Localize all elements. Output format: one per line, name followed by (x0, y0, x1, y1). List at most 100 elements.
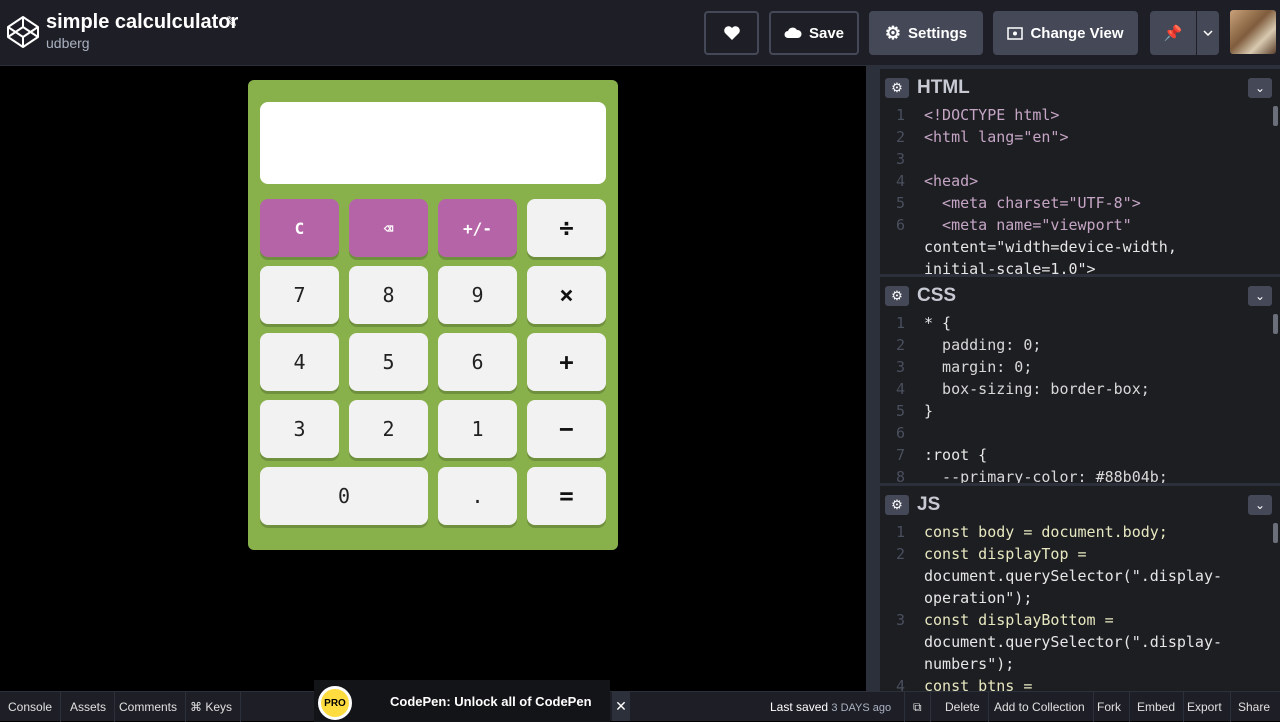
line-number: 3 (896, 358, 906, 376)
code-line: box-sizing: border-box; (924, 380, 1150, 398)
calc-key[interactable]: 4 (260, 333, 339, 391)
calc-key[interactable]: 9 (438, 266, 517, 324)
console-button[interactable]: Console (0, 692, 62, 722)
calc-key[interactable]: 5 (349, 333, 428, 391)
calc-key[interactable]: = (527, 467, 606, 525)
calc-key[interactable]: ⌫ (349, 199, 428, 257)
chevron-down-icon[interactable]: ⌄ (1248, 286, 1272, 306)
calculator: C ⌫ +/- ÷ 7 8 9 × 4 5 6 +3 2 1− 0. = (248, 80, 618, 550)
line-number: 3 (896, 611, 906, 629)
code-line: const displayTop = (924, 545, 1087, 563)
codepen-logo-icon[interactable] (6, 15, 40, 49)
settings-button[interactable]: ⚙ Settings (869, 11, 983, 55)
fork-button[interactable]: Fork (1089, 692, 1130, 722)
settings-label: Settings (907, 24, 968, 42)
user-avatar[interactable] (1230, 10, 1276, 54)
pencil-icon[interactable]: ✎ (225, 13, 238, 31)
code-line: const body = document.body; (924, 523, 1168, 541)
calc-key[interactable]: 1 (438, 400, 517, 458)
calc-key[interactable]: ÷ (527, 199, 606, 257)
line-number: 4 (896, 380, 906, 398)
close-icon[interactable]: ✕ (612, 691, 630, 721)
css-editor-title: CSS (917, 285, 957, 306)
top-bar: simple calculculator ✎ udberg Save ⚙ Set… (0, 0, 1280, 66)
line-number: 6 (896, 424, 906, 442)
line-number: 8 (896, 468, 906, 483)
resize-divider[interactable] (866, 66, 880, 691)
line-number: 2 (896, 128, 906, 146)
keys-button[interactable]: ⌘ Keys (182, 692, 242, 722)
heart-icon (723, 26, 740, 40)
pin-icon: 📌 (1163, 25, 1183, 42)
code-line: :root { (924, 446, 988, 464)
pen-title[interactable]: simple calculculator (46, 11, 238, 34)
calc-key[interactable]: 7 (260, 266, 339, 324)
add-to-collection-button[interactable]: Add to Collection (986, 692, 1094, 722)
chevron-down-icon[interactable]: ⌄ (1248, 495, 1272, 515)
code-line: document.querySelector(".display- (924, 633, 1223, 651)
code-line: } (924, 402, 934, 420)
calc-key[interactable]: 3 (260, 400, 339, 458)
calc-key[interactable]: 0 (260, 467, 428, 525)
save-label: Save (808, 24, 845, 42)
css-scrollbar[interactable] (1273, 314, 1278, 334)
code-line: padding: 0; (924, 336, 1042, 354)
gear-icon[interactable]: ⚙ (885, 286, 909, 306)
line-number: 1 (896, 523, 906, 541)
last-saved-label: Last saved (770, 700, 829, 714)
calc-key[interactable]: − (527, 400, 606, 458)
calc-key[interactable]: C (260, 199, 339, 257)
chevron-down-icon[interactable]: ⌄ (1248, 78, 1272, 98)
delete-button[interactable]: Delete (937, 692, 989, 722)
gear-icon: ⚙ (884, 22, 901, 43)
code-line: margin: 0; (924, 358, 1033, 376)
html-scrollbar[interactable] (1273, 106, 1278, 126)
html-editor-title: HTML (917, 77, 970, 98)
line-number: 1 (896, 106, 906, 124)
embed-button[interactable]: Embed (1129, 692, 1185, 722)
code-line: <meta charset="UTF-8"> (924, 194, 1141, 212)
code-line: numbers"); (924, 655, 1015, 673)
pro-promo-banner[interactable]: PRO CodePen: Unlock all of CodePen (314, 680, 610, 722)
js-editor-header: ⚙ JS ⌄ (880, 483, 1280, 519)
calc-key[interactable]: 2 (349, 400, 428, 458)
calc-key[interactable]: +/- (438, 199, 517, 257)
gear-icon[interactable]: ⚙ (885, 78, 909, 98)
gear-icon[interactable]: ⚙ (885, 495, 909, 515)
code-line: content="width=device-width, (924, 238, 1177, 256)
chevron-down-icon (1203, 30, 1213, 36)
html-editor: ⚙ HTML ⌄ 1 <!DOCTYPE html> 2 <html lang="en… (880, 66, 1280, 274)
line-number: 7 (896, 446, 906, 464)
line-number: 4 (896, 172, 906, 190)
calc-key[interactable]: + (527, 333, 606, 391)
code-line: <meta name="viewport" (924, 216, 1132, 234)
js-scrollbar[interactable] (1273, 523, 1278, 543)
pin-dropdown-button[interactable] (1197, 11, 1219, 55)
js-editor-title: JS (917, 494, 941, 515)
calc-key[interactable]: 8 (349, 266, 428, 324)
code-line: * { (924, 314, 952, 332)
line-number: 6 (896, 216, 906, 234)
bottom-bar: Console Assets Comments ⌘ Keys PRO CodeP… (0, 680, 1280, 722)
calc-key[interactable]: . (438, 467, 517, 525)
change-view-button[interactable]: Change View (993, 11, 1138, 55)
css-editor: ⚙ CSS ⌄ 1 * {2 padding: 0; 3 margin: 0; 4 b… (880, 274, 1280, 483)
assets-button[interactable]: Assets (62, 692, 116, 722)
comments-button[interactable]: Comments (111, 692, 187, 722)
code-line: <head> (924, 172, 979, 190)
open-external-icon[interactable]: ⧉ (904, 692, 931, 722)
preview-pane: C ⌫ +/- ÷ 7 8 9 × 4 5 6 +3 2 1− 0. = (0, 66, 866, 691)
calc-key[interactable]: 6 (438, 333, 517, 391)
save-button[interactable]: Save (769, 11, 859, 55)
pen-owner-link[interactable]: udberg (46, 35, 90, 51)
share-button[interactable]: Share (1230, 692, 1278, 722)
pin-button[interactable]: 📌 (1150, 11, 1196, 55)
like-button[interactable] (704, 11, 759, 55)
line-number: 5 (896, 402, 906, 420)
calc-key[interactable]: × (527, 266, 606, 324)
change-view-label: Change View (1030, 24, 1124, 42)
layout-icon (1007, 26, 1024, 40)
code-line: const displayBottom = (924, 611, 1114, 629)
line-number: 5 (896, 194, 906, 212)
export-button[interactable]: Export (1179, 692, 1231, 722)
